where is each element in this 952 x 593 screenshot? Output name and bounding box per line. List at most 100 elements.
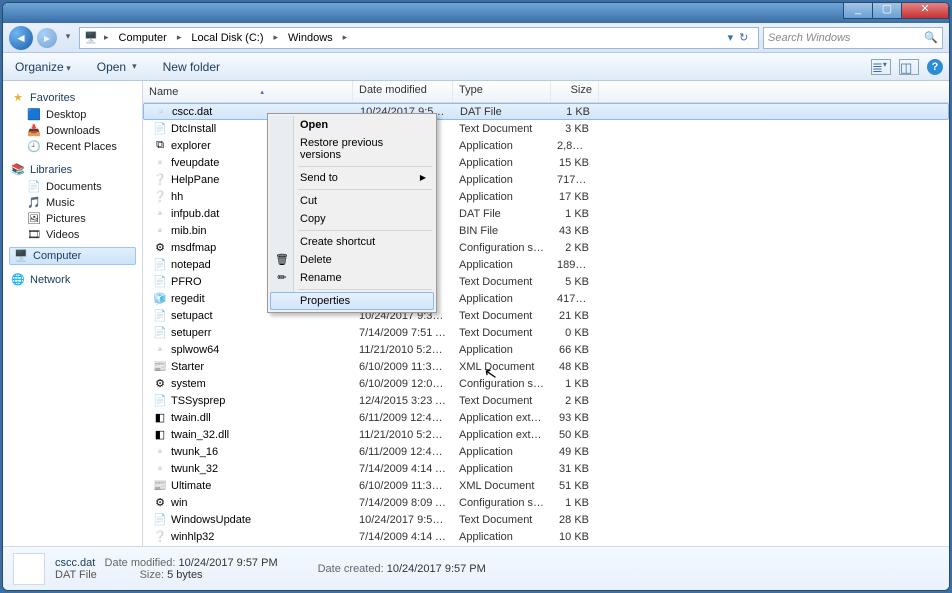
file-date: 7/14/2009 7:51 AM xyxy=(353,327,453,339)
file-date: 10/24/2017 9:53 PM xyxy=(353,514,453,526)
ctx-rename[interactable]: ✏Rename xyxy=(270,269,434,287)
bc-arrow-icon[interactable]: ▸ xyxy=(175,32,184,43)
sidebar-item-recent[interactable]: 🕘Recent Places xyxy=(7,139,138,155)
search-icon[interactable]: 🔍 xyxy=(924,31,938,44)
file-row[interactable]: 📄PFROText Document5 KB xyxy=(143,273,949,290)
file-name: HelpPane xyxy=(171,174,219,186)
file-row[interactable]: 📄setuperr7/14/2009 7:51 AMText Document0… xyxy=(143,324,949,341)
address-bar[interactable]: 🖥️ ▸ Computer ▸ Local Disk (C:) ▸ Window… xyxy=(79,27,759,49)
file-row[interactable]: 📄notepadApplication189 KB xyxy=(143,256,949,273)
file-row[interactable]: ▫️infpub.datDAT File1 KB xyxy=(143,205,949,222)
file-size: 10 KB xyxy=(551,531,599,543)
ctx-sendto[interactable]: Send to xyxy=(270,169,434,187)
breadcrumb-folder[interactable]: Windows xyxy=(284,31,337,45)
preview-pane-button[interactable]: ◫ xyxy=(899,59,919,75)
ctx-restore[interactable]: Restore previous versions xyxy=(270,134,434,164)
sidebar-head-libraries[interactable]: 📚 Libraries xyxy=(7,161,138,179)
ctx-shortcut[interactable]: Create shortcut xyxy=(270,233,434,251)
file-icon: ⚙ xyxy=(153,496,167,510)
file-date: 11/21/2010 5:25 AM xyxy=(353,429,453,441)
file-row[interactable]: ⚙system6/10/2009 12:08 AMConfiguration s… xyxy=(143,375,949,392)
back-button[interactable]: ◄ xyxy=(9,26,33,50)
file-row[interactable]: ◧twain.dll6/11/2009 12:41 AMApplication … xyxy=(143,409,949,426)
col-name[interactable]: Name xyxy=(143,81,353,102)
bc-arrow-icon[interactable]: ▸ xyxy=(271,32,280,43)
organize-button[interactable]: Organize xyxy=(9,57,77,77)
file-row[interactable]: 📰Starter6/10/2009 11:31 PMXML Document48… xyxy=(143,358,949,375)
maximize-button[interactable]: ▢ xyxy=(872,2,902,19)
file-date: 11/21/2010 5:24 AM xyxy=(353,344,453,356)
rename-icon: ✏ xyxy=(274,271,290,287)
file-size: 1 KB xyxy=(551,497,599,509)
col-date[interactable]: Date modified xyxy=(353,81,453,102)
ctx-copy[interactable]: Copy xyxy=(270,210,434,228)
file-row[interactable]: ⚙msdfmapConfiguration sett...2 KB xyxy=(143,239,949,256)
help-button[interactable]: ? xyxy=(927,59,943,75)
file-name: explorer xyxy=(171,140,211,152)
sidebar-item-downloads[interactable]: 📥Downloads xyxy=(7,123,138,139)
forward-button[interactable]: ▸ xyxy=(37,28,57,48)
column-headers[interactable]: Name Date modified Type Size xyxy=(143,81,949,103)
nav-row: ◄ ▸ ▾ 🖥️ ▸ Computer ▸ Local Disk (C:) ▸ … xyxy=(3,23,949,53)
file-row[interactable]: 📰Ultimate6/10/2009 11:31 PMXML Document5… xyxy=(143,477,949,494)
file-row[interactable]: ❔HelpPaneApplication717 KB xyxy=(143,171,949,188)
ctx-open[interactable]: Open xyxy=(270,116,434,134)
sidebar-item-desktop[interactable]: 🟦Desktop xyxy=(7,107,138,123)
file-row[interactable]: ▫️splwow6411/21/2010 5:24 AMApplication6… xyxy=(143,341,949,358)
sidebar-item-videos[interactable]: 🎞Videos xyxy=(7,227,138,243)
sidebar-item-documents[interactable]: 📄Documents xyxy=(7,179,138,195)
sidebar-item-pictures[interactable]: 🖼Pictures xyxy=(7,211,138,227)
file-row[interactable]: 📄DtcInstallText Document3 KB xyxy=(143,120,949,137)
ctx-cut[interactable]: Cut xyxy=(270,192,434,210)
bc-arrow-icon[interactable]: ▸ xyxy=(102,32,111,43)
history-dropdown[interactable]: ▾ xyxy=(61,31,75,45)
search-input[interactable]: Search Windows 🔍 xyxy=(763,27,943,49)
file-icon: 📄 xyxy=(153,394,167,408)
sidebar: ★ Favorites 🟦Desktop 📥Downloads 🕘Recent … xyxy=(3,81,143,546)
col-size[interactable]: Size xyxy=(551,81,599,102)
sidebar-item-music[interactable]: 🎵Music xyxy=(7,195,138,211)
col-type[interactable]: Type xyxy=(453,81,551,102)
close-button[interactable]: ✕ xyxy=(901,2,949,19)
file-row[interactable]: ❔winhlp327/14/2009 4:14 AMApplication10 … xyxy=(143,528,949,545)
file-row[interactable]: 📄TSSysprep12/4/2015 3:23 AMText Document… xyxy=(143,392,949,409)
view-button[interactable]: ≣▾ xyxy=(871,59,891,75)
file-name: setuperr xyxy=(171,327,211,339)
minimize-button[interactable]: _ xyxy=(843,2,873,19)
file-row[interactable]: ▫️cscc.dat10/24/2017 9:57 PMDAT File1 KB xyxy=(143,103,949,120)
sidebar-head-favorites[interactable]: ★ Favorites xyxy=(7,89,138,107)
file-date: 6/10/2009 12:08 AM xyxy=(353,378,453,390)
refresh-button[interactable]: ↻ xyxy=(739,31,748,44)
file-type: XML Document xyxy=(453,361,551,373)
sidebar-item-network[interactable]: 🌐 Network xyxy=(7,271,138,289)
ctx-properties[interactable]: Properties xyxy=(270,292,434,310)
file-row[interactable]: ⚙win7/14/2009 8:09 AMConfiguration sett.… xyxy=(143,494,949,511)
file-row[interactable]: ▫️mib.binBIN File43 KB xyxy=(143,222,949,239)
file-size: 21 KB xyxy=(551,310,599,322)
file-row[interactable]: ◧twain_32.dll11/21/2010 5:25 AMApplicati… xyxy=(143,426,949,443)
new-folder-button[interactable]: New folder xyxy=(157,57,226,77)
file-row[interactable]: 🧊regeditApplication417 KB xyxy=(143,290,949,307)
file-row[interactable]: ▫️fveupdateApplication15 KB xyxy=(143,154,949,171)
breadcrumb-computer[interactable]: Computer xyxy=(115,31,171,45)
ctx-delete[interactable]: 🗑Delete xyxy=(270,251,434,269)
address-dropdown[interactable]: ▾ xyxy=(728,31,734,44)
pictures-icon: 🖼 xyxy=(27,212,41,226)
file-type: Application xyxy=(453,463,551,475)
file-type: Text Document xyxy=(453,276,551,288)
file-name: Ultimate xyxy=(171,480,211,492)
breadcrumb-drive[interactable]: Local Disk (C:) xyxy=(187,31,267,45)
file-row[interactable]: ⧉explorerApplication2,805 KB xyxy=(143,137,949,154)
titlebar[interactable]: _ ▢ ✕ xyxy=(3,3,949,23)
file-row[interactable]: ▫️WMSysPr9.prx6/10/2009 11:52 PMPRX File… xyxy=(143,545,949,546)
open-button[interactable]: Open xyxy=(91,57,143,77)
file-row[interactable]: 📄setupact10/24/2017 9:30 PMText Document… xyxy=(143,307,949,324)
file-date: 7/14/2009 8:09 AM xyxy=(353,497,453,509)
file-name: DtcInstall xyxy=(171,123,216,135)
file-row[interactable]: 📄WindowsUpdate10/24/2017 9:53 PMText Doc… xyxy=(143,511,949,528)
file-row[interactable]: ▫️twunk_166/11/2009 12:41 AMApplication4… xyxy=(143,443,949,460)
bc-arrow-icon[interactable]: ▸ xyxy=(341,32,350,43)
sidebar-item-computer[interactable]: 🖥️ Computer xyxy=(9,247,136,265)
file-row[interactable]: ▫️twunk_327/14/2009 4:14 AMApplication31… xyxy=(143,460,949,477)
file-row[interactable]: ❔hhApplication17 KB xyxy=(143,188,949,205)
